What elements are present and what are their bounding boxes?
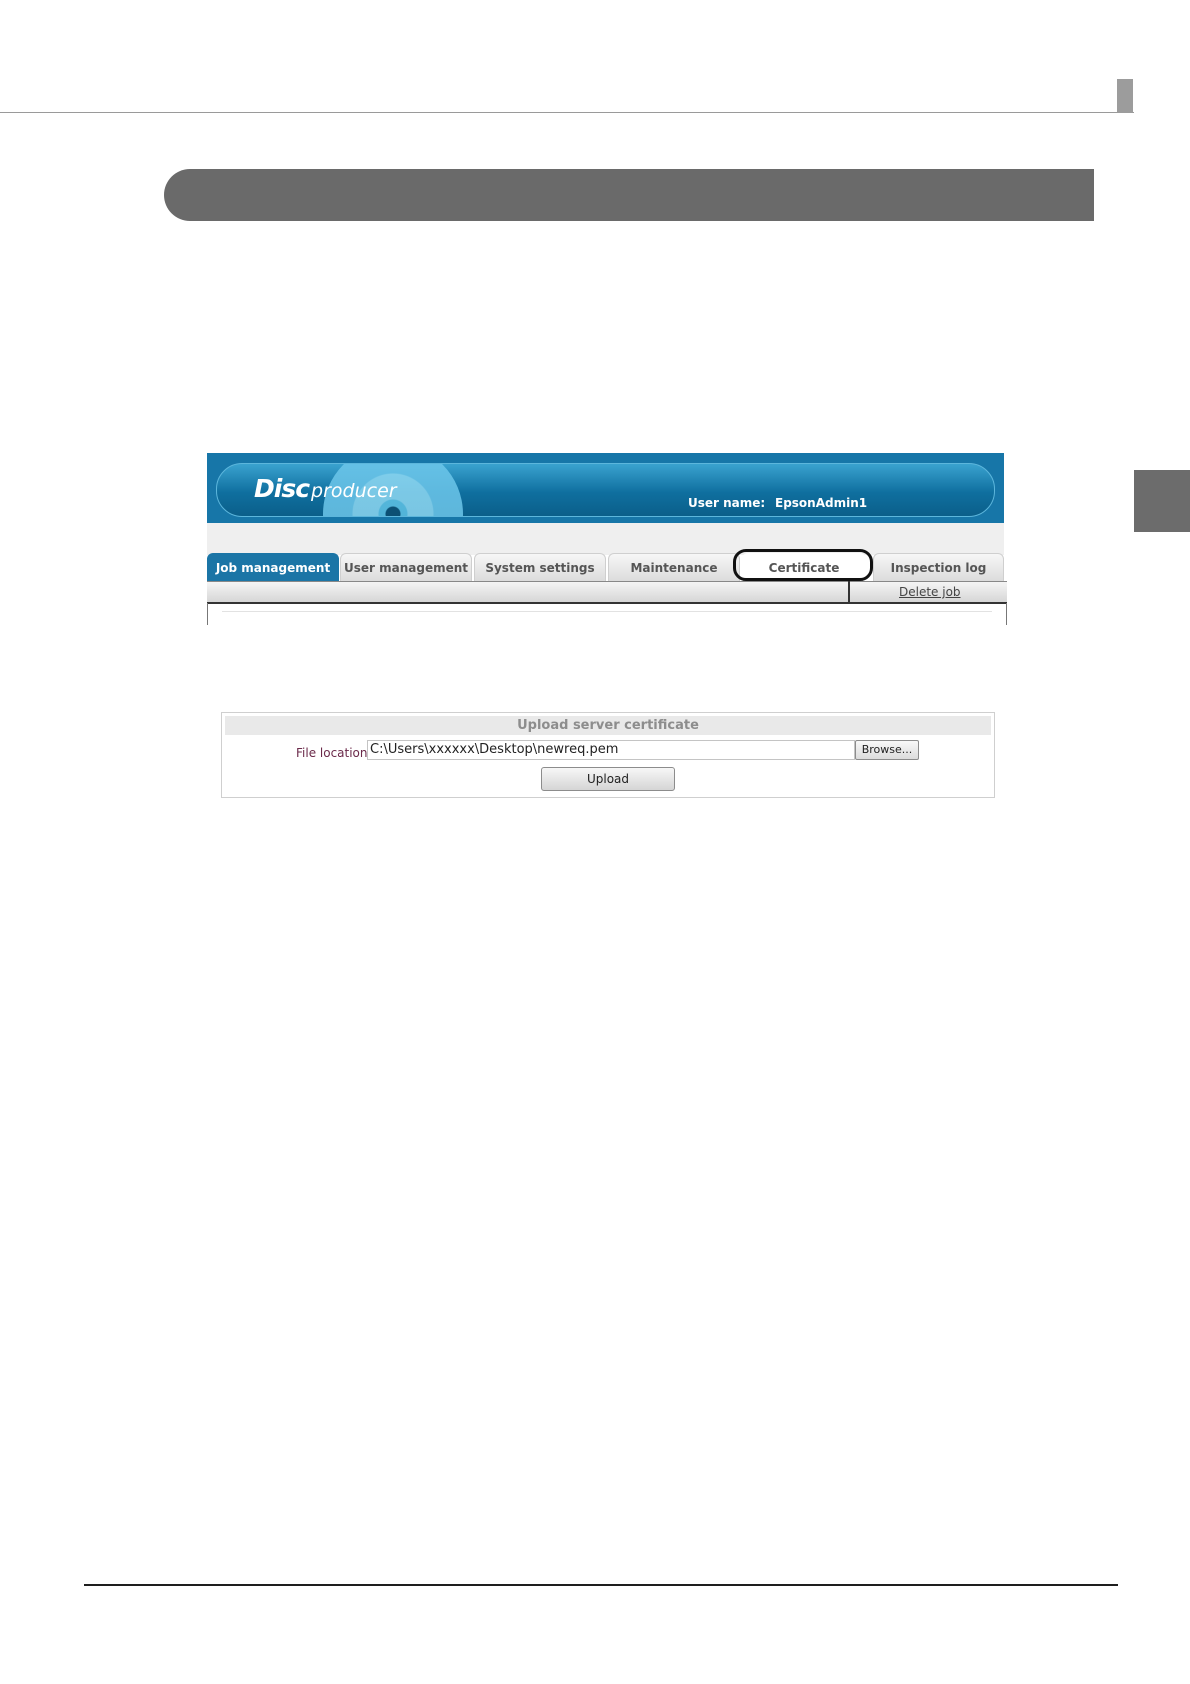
tab-system-settings[interactable]: System settings: [474, 553, 606, 581]
header-spacer: [207, 523, 1004, 555]
logo-producer-text: producer: [311, 480, 397, 502]
content-area-line: [222, 611, 992, 612]
user-name-value: EpsonAdmin1: [775, 496, 868, 510]
app-banner: Disc producer User name: EpsonAdmin1: [207, 453, 1004, 523]
delete-job-link[interactable]: Delete job: [899, 585, 961, 599]
upload-certificate-panel: Upload server certificate File location …: [221, 712, 995, 798]
main-tabs: Job management User management System se…: [207, 549, 1007, 581]
tab-inspection-log[interactable]: Inspection log: [873, 553, 1004, 581]
certificate-callout-outline: [733, 549, 873, 581]
tab-user-management[interactable]: User management: [340, 553, 472, 581]
sub-toolbar: [207, 581, 1007, 604]
logo-disc-text: Disc: [254, 474, 310, 503]
upload-panel-title: Upload server certificate: [225, 716, 991, 735]
banner-capsule: Disc producer User name: EpsonAdmin1: [216, 463, 995, 517]
bottom-rule: [84, 1584, 1118, 1586]
section-heading-bar: [164, 169, 1094, 221]
top-rule: [0, 112, 1134, 113]
app-logo: Disc producer: [254, 474, 397, 503]
page-edge-marker: [1117, 79, 1133, 113]
upload-button[interactable]: Upload: [541, 767, 675, 791]
sub-toolbar-divider: [848, 581, 850, 603]
tab-job-management[interactable]: Job management: [207, 553, 339, 581]
content-area: [207, 603, 1007, 625]
tab-maintenance[interactable]: Maintenance: [608, 553, 740, 581]
browse-button[interactable]: Browse...: [855, 740, 919, 760]
chapter-side-tab: [1134, 470, 1190, 532]
file-location-label: File location: [296, 746, 368, 760]
user-name-label: User name:: [688, 496, 766, 510]
app-header-screenshot: Disc producer User name: EpsonAdmin1 Job …: [207, 453, 1007, 625]
file-location-input[interactable]: C:\Users\xxxxxx\Desktop\newreq.pem: [367, 740, 855, 760]
